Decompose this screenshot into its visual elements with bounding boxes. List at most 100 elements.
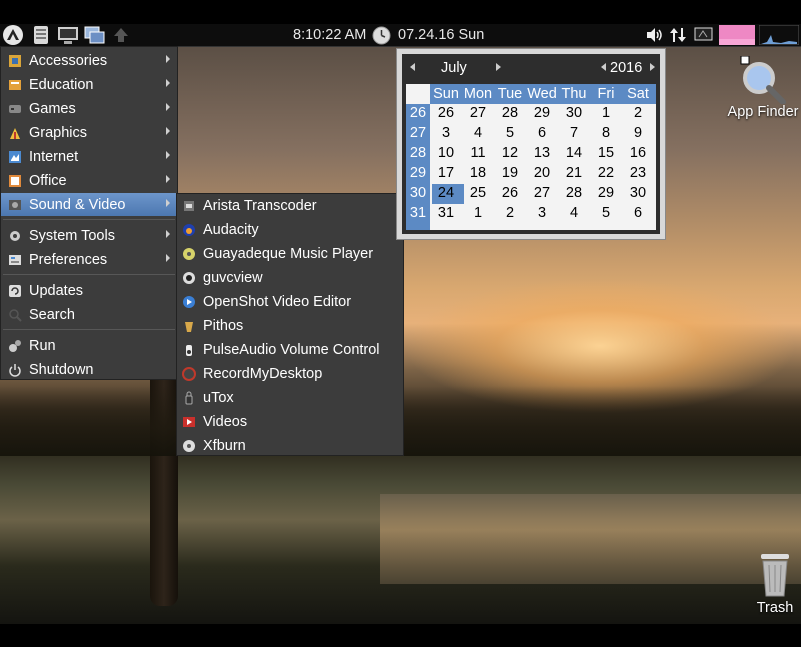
calendar-day[interactable]: 5 bbox=[590, 205, 622, 221]
calendar-day[interactable]: 26 bbox=[494, 185, 526, 201]
calendar-day[interactable]: 27 bbox=[526, 185, 558, 201]
menu-item-graphics[interactable]: Graphics bbox=[1, 121, 177, 144]
calendar-day[interactable]: 4 bbox=[462, 125, 494, 141]
calendar-day[interactable]: 27 bbox=[462, 105, 494, 121]
next-year-button[interactable] bbox=[650, 63, 655, 71]
guvcview-icon bbox=[181, 270, 197, 286]
calendar-day[interactable]: 18 bbox=[462, 165, 494, 181]
prev-year-button[interactable] bbox=[601, 63, 606, 71]
calendar-day[interactable]: 28 bbox=[558, 185, 590, 201]
menu-item-accessories[interactable]: Accessories bbox=[1, 49, 177, 72]
volume-icon[interactable] bbox=[645, 26, 665, 44]
update-arrow-icon[interactable] bbox=[109, 24, 133, 46]
submenu-item-guvcview[interactable]: guvcview bbox=[177, 266, 403, 290]
prev-month-button[interactable] bbox=[410, 63, 415, 71]
submenu-item-openshot[interactable]: OpenShot Video Editor bbox=[177, 290, 403, 314]
calendar-day[interactable]: 30 bbox=[622, 185, 654, 201]
calendar-day[interactable]: 19 bbox=[494, 165, 526, 181]
calendar-day[interactable]: 13 bbox=[526, 145, 558, 161]
calendar-day[interactable]: 14 bbox=[558, 145, 590, 161]
calendar-day[interactable]: 6 bbox=[526, 125, 558, 141]
calendar-day[interactable]: 6 bbox=[622, 205, 654, 221]
trash-icon bbox=[749, 552, 801, 600]
calendar-day[interactable]: 31 bbox=[430, 205, 462, 221]
calendar-year: 2016 bbox=[610, 60, 643, 76]
calendar-day[interactable]: 29 bbox=[526, 105, 558, 121]
menu-item-updates[interactable]: Updates bbox=[1, 279, 177, 302]
menu-item-sound-video[interactable]: Sound & Video bbox=[1, 193, 177, 216]
calendar-day[interactable]: 4 bbox=[558, 205, 590, 221]
menu-item-run[interactable]: Run bbox=[1, 334, 177, 357]
preferences-icon bbox=[7, 252, 23, 268]
menu-item-system-tools[interactable]: System Tools bbox=[1, 224, 177, 247]
calendar-day[interactable]: 3 bbox=[526, 205, 558, 221]
network-monitor-icon[interactable] bbox=[759, 25, 799, 45]
calendar-day[interactable]: 22 bbox=[590, 165, 622, 181]
calendar-day[interactable]: 1 bbox=[462, 205, 494, 221]
calendar-day[interactable]: 3 bbox=[430, 125, 462, 141]
menu-item-label: Preferences bbox=[29, 251, 108, 268]
submenu-item-recordmydesktop[interactable]: RecordMyDesktop bbox=[177, 362, 403, 386]
battery-icon[interactable] bbox=[694, 26, 714, 42]
cpu-monitor-icon[interactable] bbox=[719, 25, 755, 45]
app-finder-shortcut[interactable]: App Finder bbox=[725, 55, 801, 120]
panel-clock[interactable]: 8:10:22 AM bbox=[293, 27, 366, 43]
week-number: 26 bbox=[409, 105, 427, 121]
next-month-button[interactable] bbox=[496, 63, 501, 71]
submenu-item-utox[interactable]: uTox bbox=[177, 386, 403, 410]
menu-item-office[interactable]: Office bbox=[1, 169, 177, 192]
menu-item-games[interactable]: Games bbox=[1, 97, 177, 120]
panel-date[interactable]: 07.24.16 Sun bbox=[398, 27, 484, 43]
calendar-day[interactable]: 23 bbox=[622, 165, 654, 181]
calendar-day[interactable]: 24 bbox=[430, 185, 462, 201]
calendar-day[interactable]: 29 bbox=[590, 185, 622, 201]
app-finder-icon bbox=[725, 55, 801, 105]
guayadeque-icon bbox=[181, 246, 197, 262]
calendar-day[interactable]: 12 bbox=[494, 145, 526, 161]
calendar-day[interactable]: 2 bbox=[494, 205, 526, 221]
menu-item-education[interactable]: Education bbox=[1, 73, 177, 96]
menu-item-internet[interactable]: Internet bbox=[1, 145, 177, 168]
network-icon[interactable] bbox=[669, 26, 687, 44]
terminal-icon[interactable] bbox=[56, 24, 80, 46]
calendar-day[interactable]: 30 bbox=[558, 105, 590, 121]
calendar-day[interactable]: 10 bbox=[430, 145, 462, 161]
menu-item-shutdown[interactable]: Shutdown bbox=[1, 358, 177, 381]
submenu-item-audacity[interactable]: Audacity bbox=[177, 218, 403, 242]
videos-icon bbox=[181, 414, 197, 430]
calendar-day[interactable]: 9 bbox=[622, 125, 654, 141]
submenu-item-arista[interactable]: Arista Transcoder bbox=[177, 194, 403, 218]
calendar-day[interactable]: 17 bbox=[430, 165, 462, 181]
weekday-label: Fri bbox=[597, 86, 615, 102]
calendar-day[interactable]: 26 bbox=[430, 105, 462, 121]
calendar-day[interactable]: 16 bbox=[622, 145, 654, 161]
calendar-day[interactable]: 15 bbox=[590, 145, 622, 161]
menu-item-label: Search bbox=[29, 306, 75, 323]
submenu-item-videos[interactable]: Videos bbox=[177, 410, 403, 434]
menu-item-preferences[interactable]: Preferences bbox=[1, 248, 177, 271]
pulseaudio-icon bbox=[181, 342, 197, 358]
week-number: 27 bbox=[409, 125, 427, 141]
arista-icon bbox=[181, 198, 197, 214]
submenu-item-xfburn[interactable]: Xfburn bbox=[177, 434, 403, 458]
calendar-day[interactable]: 11 bbox=[462, 145, 494, 161]
submenu-item-guayadeque[interactable]: Guayadeque Music Player bbox=[177, 242, 403, 266]
calendar-day[interactable]: 7 bbox=[558, 125, 590, 141]
start-menu-icon[interactable] bbox=[1, 24, 25, 46]
calendar-day[interactable]: 5 bbox=[494, 125, 526, 141]
calendar-day[interactable]: 21 bbox=[558, 165, 590, 181]
calendar-day[interactable]: 1 bbox=[590, 105, 622, 121]
submenu-item-label: Audacity bbox=[203, 222, 259, 238]
calendar-day[interactable]: 25 bbox=[462, 185, 494, 201]
submenu-item-label: guvcview bbox=[203, 270, 263, 286]
calendar-day[interactable]: 20 bbox=[526, 165, 558, 181]
calendar-day[interactable]: 28 bbox=[494, 105, 526, 121]
show-desktop-icon[interactable] bbox=[83, 24, 107, 46]
trash-shortcut[interactable]: Trash bbox=[749, 552, 801, 616]
file-manager-icon[interactable] bbox=[29, 24, 53, 46]
submenu-item-pulseaudio[interactable]: PulseAudio Volume Control bbox=[177, 338, 403, 362]
submenu-item-pithos[interactable]: Pithos bbox=[177, 314, 403, 338]
menu-item-search[interactable]: Search bbox=[1, 303, 177, 326]
calendar-day[interactable]: 2 bbox=[622, 105, 654, 121]
calendar-day[interactable]: 8 bbox=[590, 125, 622, 141]
